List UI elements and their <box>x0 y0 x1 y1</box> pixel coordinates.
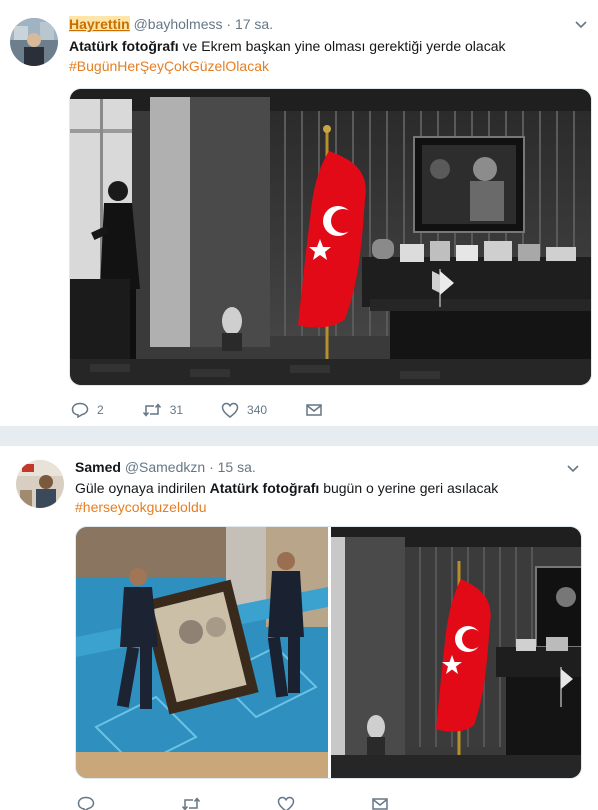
reply-icon <box>71 402 89 418</box>
photo-carrying-portrait <box>76 527 328 778</box>
timestamp[interactable]: 17 sa. <box>235 16 273 32</box>
chevron-down-icon[interactable] <box>566 462 580 476</box>
tweet-photo-grid <box>75 526 582 779</box>
heart-icon <box>221 402 239 418</box>
text: bugün o yerine geri asılacak <box>319 480 499 496</box>
display-name[interactable]: Hayrettin <box>69 16 130 32</box>
separator: · <box>209 459 214 475</box>
tweet-header: Hayrettin @bayholmess · 17 sa. <box>69 16 273 32</box>
reply-icon <box>77 796 95 810</box>
reply-count: 2 <box>97 403 104 417</box>
retweet-button[interactable]: 31 <box>142 402 183 418</box>
office-photo <box>70 89 591 385</box>
text: ve Ekrem başkan yine olması gerektiği ye… <box>178 38 506 54</box>
reply-button[interactable]: 2 <box>71 402 104 418</box>
avatar[interactable] <box>10 18 58 66</box>
bold-text: Atatürk fotoğrafı <box>69 38 179 54</box>
retweet-count: 31 <box>169 403 184 417</box>
display-name[interactable]: Samed <box>75 459 121 475</box>
tweet-actions <box>77 796 435 810</box>
tweet-actions: 2 31 340 <box>71 402 369 418</box>
avatar[interactable] <box>16 460 64 508</box>
tweet-card[interactable]: Hayrettin @bayholmess · 17 sa. Atatürk f… <box>0 0 598 426</box>
hashtag-link[interactable]: #BugünHerŞeyÇokGüzelOlacak <box>69 57 269 76</box>
envelope-icon <box>372 798 388 810</box>
tweet-text: Güle oynaya indirilen Atatürk fotoğrafı … <box>75 479 498 498</box>
chevron-down-icon[interactable] <box>574 18 588 32</box>
heart-icon <box>277 796 295 810</box>
photo-office-flag <box>331 527 581 778</box>
retweet-icon <box>181 797 201 810</box>
text: Güle oynaya indirilen <box>75 480 210 496</box>
like-button[interactable] <box>277 796 303 810</box>
envelope-icon <box>306 404 322 416</box>
handle[interactable]: @Samedkzn <box>125 459 205 475</box>
tweet-text: Atatürk fotoğrafı ve Ekrem başkan yine o… <box>69 37 506 56</box>
tweet-photo[interactable] <box>69 88 592 386</box>
timestamp[interactable]: 15 sa. <box>218 459 256 475</box>
tweet-card[interactable]: Samed @Samedkzn · 15 sa. Güle oynaya ind… <box>0 446 598 810</box>
hashtag-link[interactable]: #herseycokguzeloldu <box>75 498 207 517</box>
photo-grid <box>76 527 581 778</box>
retweet-icon <box>142 403 161 417</box>
handle[interactable]: @bayholmess <box>134 16 223 32</box>
dm-button[interactable] <box>305 402 331 418</box>
like-count: 340 <box>247 403 268 417</box>
separator: · <box>226 16 232 32</box>
like-button[interactable]: 340 <box>221 402 267 418</box>
bold-text: Atatürk fotoğrafı <box>209 480 320 496</box>
dm-button[interactable] <box>371 796 397 810</box>
reply-button[interactable] <box>77 796 103 810</box>
tweet-header: Samed @Samedkzn · 15 sa. <box>75 459 256 475</box>
retweet-button[interactable] <box>181 796 209 810</box>
